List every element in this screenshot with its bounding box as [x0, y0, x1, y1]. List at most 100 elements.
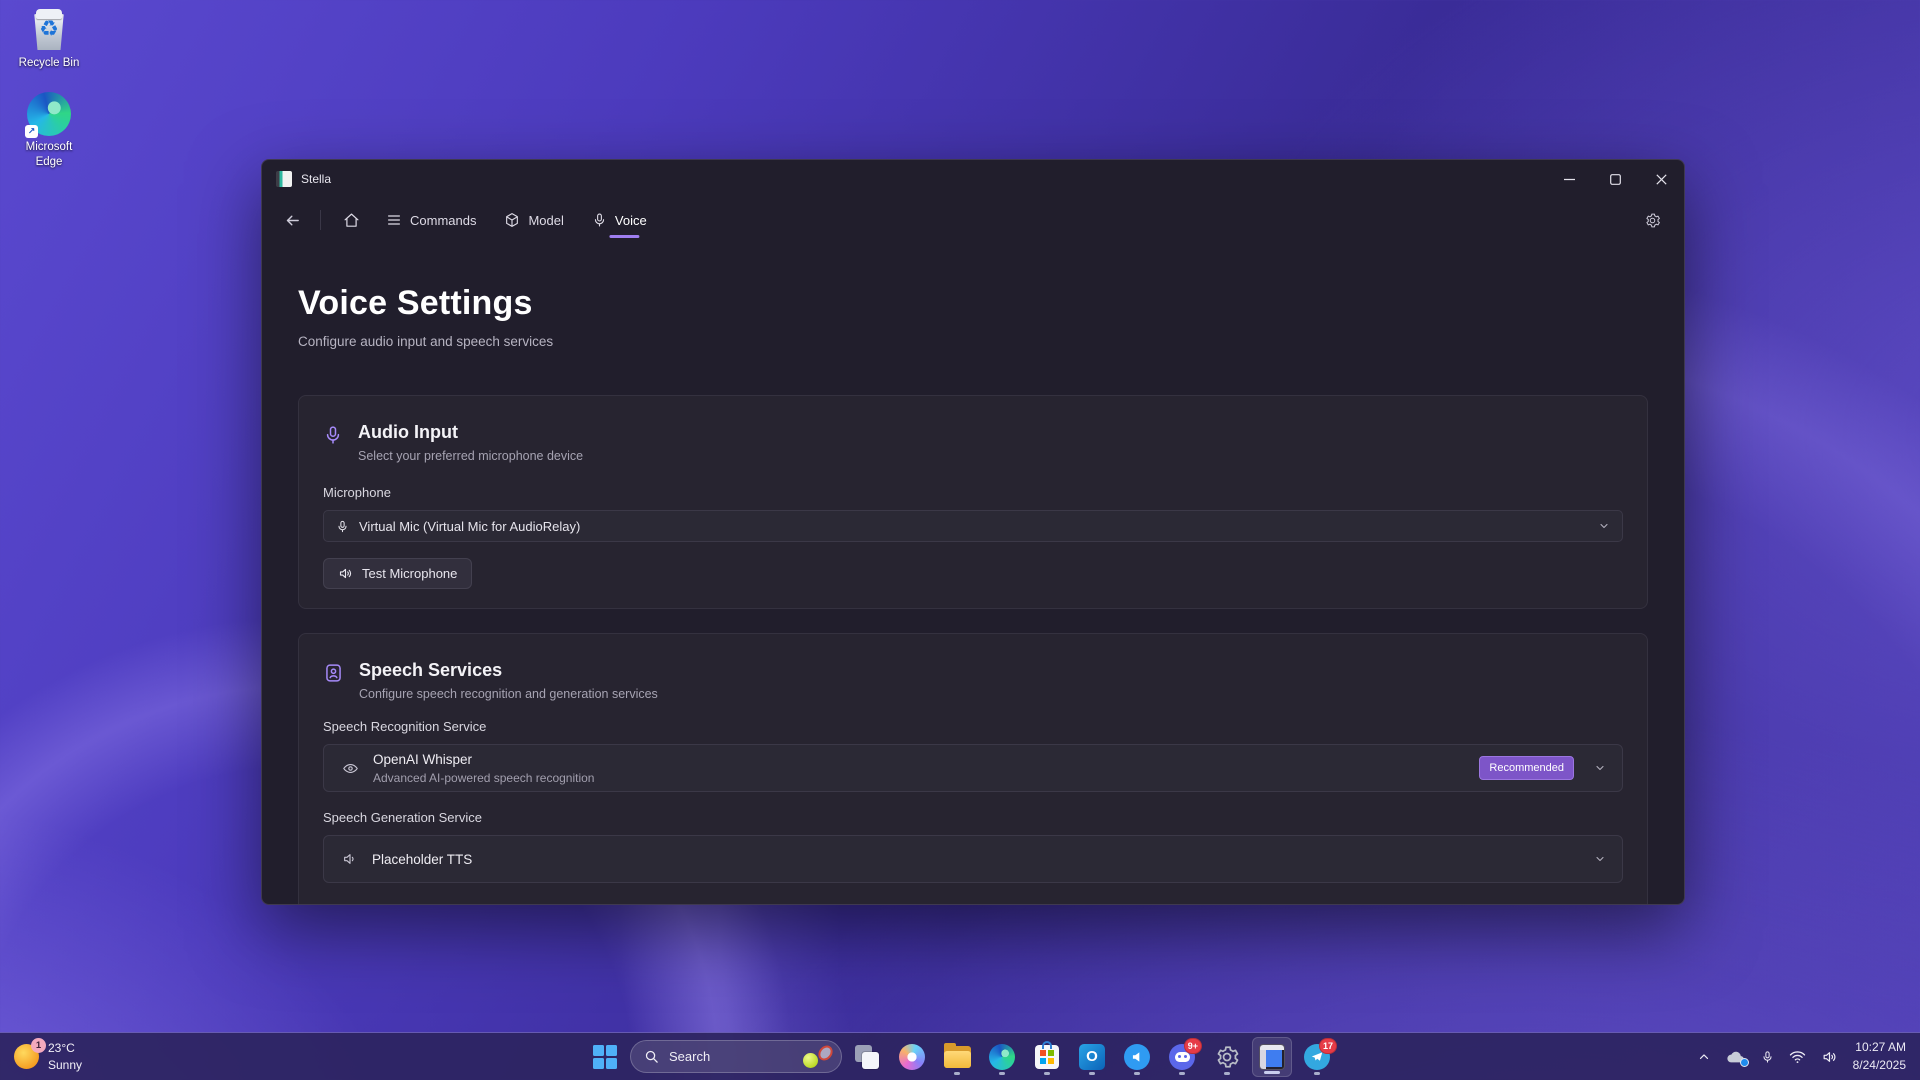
weather-badge: 1	[31, 1038, 46, 1053]
weather-temperature: 23°C	[48, 1040, 82, 1057]
audiorelay-icon	[1124, 1044, 1150, 1070]
speaker-icon	[338, 566, 353, 581]
weather-widget[interactable]: 1 23°C Sunny	[14, 1033, 82, 1080]
stella-window: Stella Commands Model	[261, 159, 1685, 905]
recognition-service-name: OpenAI Whisper	[373, 752, 594, 767]
home-icon	[343, 212, 360, 229]
search-icon	[644, 1049, 659, 1064]
minimize-icon	[1564, 174, 1575, 185]
onedrive-status-dot	[1740, 1058, 1749, 1067]
titlebar[interactable]: Stella	[262, 160, 1684, 198]
search-daily-image-icon	[803, 1045, 833, 1069]
sunny-weather-icon: 1	[14, 1044, 39, 1069]
microphone-field-label: Microphone	[323, 485, 1623, 500]
taskbar-edge[interactable]	[982, 1037, 1022, 1077]
maximize-button[interactable]	[1592, 160, 1638, 198]
file-explorer-icon	[944, 1046, 971, 1068]
taskbar-file-explorer[interactable]	[937, 1037, 977, 1077]
copilot-icon	[899, 1044, 925, 1070]
weather-condition: Sunny	[48, 1057, 82, 1074]
taskbar-settings[interactable]	[1207, 1037, 1247, 1077]
start-button[interactable]	[585, 1037, 625, 1077]
desktop-icon-microsoft-edge[interactable]: ↗ Microsoft Edge	[6, 92, 92, 169]
microsoft-store-icon	[1035, 1045, 1059, 1069]
taskbar-telegram[interactable]: 17	[1297, 1037, 1337, 1077]
settings-gear-icon	[1214, 1044, 1240, 1070]
telegram-notification-badge: 17	[1319, 1038, 1337, 1054]
page-title: Voice Settings	[298, 284, 1648, 323]
selected-microphone-value: Virtual Mic (Virtual Mic for AudioRelay)	[359, 519, 580, 534]
microphone-select[interactable]: Virtual Mic (Virtual Mic for AudioRelay)	[323, 510, 1623, 542]
outlook-icon: O	[1079, 1044, 1105, 1070]
generation-service-name: Placeholder TTS	[372, 852, 472, 867]
speech-generation-label: Speech Generation Service	[323, 810, 1623, 825]
test-microphone-button[interactable]: Test Microphone	[323, 558, 472, 589]
close-icon	[1656, 174, 1667, 185]
test-microphone-label: Test Microphone	[362, 566, 457, 581]
tray-clock[interactable]: 10:27 AM 8/24/2025	[1853, 1039, 1906, 1074]
taskbar-outlook[interactable]: O	[1072, 1037, 1112, 1077]
stella-app-icon	[1259, 1044, 1285, 1070]
tray-time: 10:27 AM	[1853, 1039, 1906, 1056]
volume-icon[interactable]	[1821, 1049, 1838, 1065]
tab-voice[interactable]: Voice	[580, 206, 659, 234]
tray-date: 8/24/2025	[1853, 1057, 1906, 1074]
taskbar-microsoft-store[interactable]	[1027, 1037, 1067, 1077]
windows-logo-icon	[593, 1045, 617, 1069]
app-navbar: Commands Model Voice	[262, 198, 1684, 242]
tab-label: Commands	[410, 213, 476, 228]
cube-icon	[504, 212, 520, 228]
edge-browser-icon	[989, 1044, 1015, 1070]
search-box[interactable]: Search	[630, 1040, 842, 1073]
close-button[interactable]	[1638, 160, 1684, 198]
card-title: Audio Input	[358, 422, 583, 443]
desktop-icon-recycle-bin[interactable]: ♻ Recycle Bin	[6, 8, 92, 70]
onedrive-cloud-icon[interactable]	[1726, 1049, 1746, 1065]
settings-button[interactable]	[1636, 205, 1668, 235]
list-icon	[386, 212, 402, 228]
taskbar-stella-active[interactable]	[1252, 1037, 1292, 1077]
recommended-badge: Recommended	[1479, 756, 1574, 780]
tab-commands[interactable]: Commands	[374, 206, 488, 234]
card-title: Speech Services	[359, 660, 658, 681]
desktop-icon-label: Recycle Bin	[11, 56, 87, 70]
taskbar-task-view[interactable]	[847, 1037, 887, 1077]
taskbar-discord[interactable]: 9+	[1162, 1037, 1202, 1077]
recognition-eye-icon	[342, 760, 359, 777]
shortcut-arrow-icon: ↗	[25, 125, 38, 138]
speech-services-card: Speech Services Configure speech recogni…	[298, 633, 1648, 905]
taskbar-audiorelay[interactable]	[1117, 1037, 1157, 1077]
recycle-bin-icon: ♻	[29, 8, 69, 52]
window-title: Stella	[301, 172, 331, 186]
chevron-down-icon	[1594, 762, 1606, 774]
taskbar-copilot[interactable]	[892, 1037, 932, 1077]
speech-recognition-select[interactable]: OpenAI Whisper Advanced AI-powered speec…	[323, 744, 1623, 792]
recognition-service-description: Advanced AI-powered speech recognition	[373, 771, 594, 785]
nav-divider	[320, 210, 321, 230]
tab-label: Model	[528, 213, 563, 228]
desktop-icon-label: Microsoft Edge	[11, 140, 87, 169]
user-card-icon	[323, 662, 344, 701]
tray-chevron-up-icon[interactable]	[1697, 1050, 1711, 1064]
card-subtitle: Select your preferred microphone device	[358, 449, 583, 463]
maximize-icon	[1610, 174, 1621, 185]
tab-label: Voice	[615, 213, 647, 228]
stella-app-icon	[276, 171, 292, 187]
page-content: Voice Settings Configure audio input and…	[262, 242, 1684, 904]
chevron-down-icon	[1598, 520, 1610, 532]
tab-model[interactable]: Model	[492, 206, 575, 234]
arrow-left-icon	[284, 212, 301, 229]
microphone-icon	[323, 424, 343, 463]
microphone-icon	[336, 519, 349, 534]
desktop-icon-area: ♻ Recycle Bin ↗ Microsoft Edge	[6, 8, 92, 169]
microphone-icon	[592, 212, 607, 228]
wifi-icon[interactable]	[1789, 1050, 1806, 1064]
back-button[interactable]	[276, 205, 308, 235]
minimize-button[interactable]	[1546, 160, 1592, 198]
card-subtitle: Configure speech recognition and generat…	[359, 687, 658, 701]
task-view-icon	[855, 1045, 879, 1069]
speech-recognition-label: Speech Recognition Service	[323, 719, 1623, 734]
tray-microphone-icon[interactable]	[1761, 1049, 1774, 1065]
speech-generation-select[interactable]: Placeholder TTS	[323, 835, 1623, 883]
tab-home[interactable]	[333, 206, 370, 235]
